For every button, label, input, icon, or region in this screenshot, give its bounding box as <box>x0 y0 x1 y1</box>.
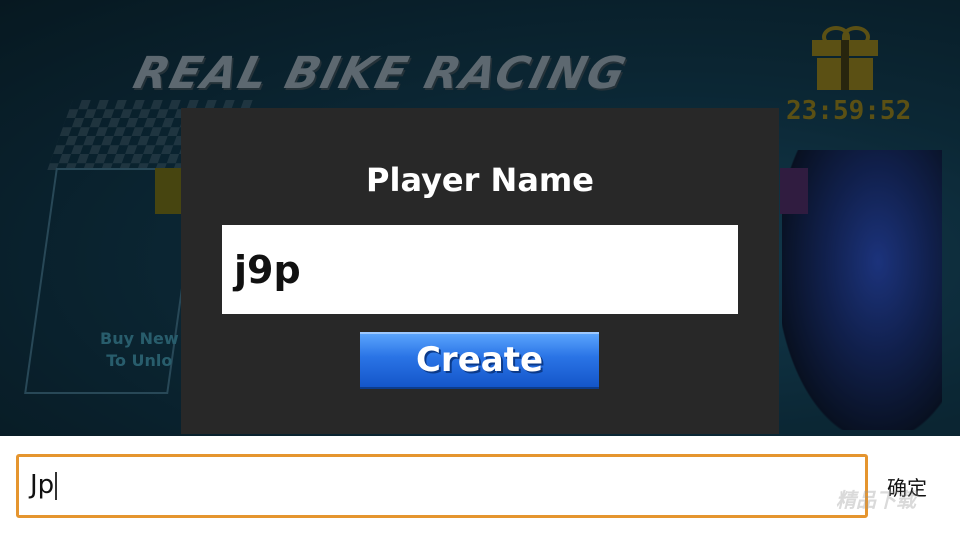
player-name-value: j9p <box>234 248 301 292</box>
text-cursor <box>55 471 58 500</box>
ime-input-value: Jp <box>30 468 58 502</box>
ime-text-input[interactable] <box>16 454 868 518</box>
dialog-title: Player Name <box>366 161 594 199</box>
watermark: 精品下载 <box>836 488 916 512</box>
create-button[interactable]: Create <box>360 332 599 387</box>
ime-input-text: Jp <box>30 470 55 500</box>
